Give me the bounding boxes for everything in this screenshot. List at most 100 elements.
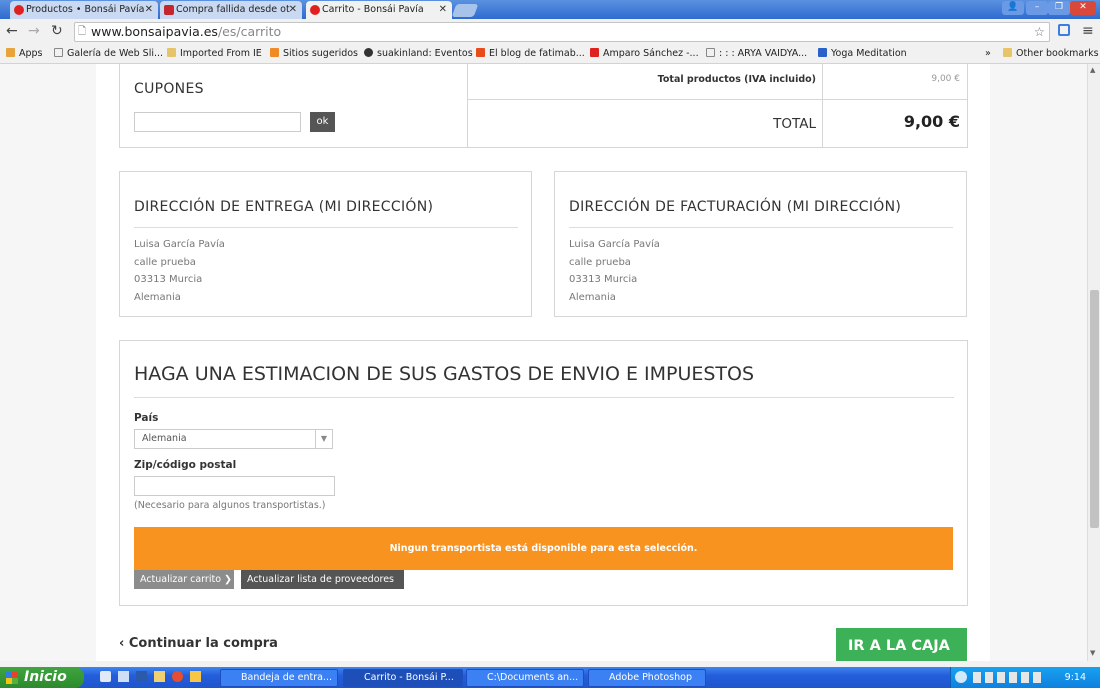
close-window-button[interactable]: ✕ xyxy=(1070,1,1096,15)
close-tab-icon[interactable]: ✕ xyxy=(145,1,153,18)
menu-icon[interactable]: ≡ xyxy=(1082,23,1094,39)
apps-icon xyxy=(6,48,15,57)
bookmark-item[interactable]: El blog de fatimab... xyxy=(476,45,585,63)
billing-address-card: DIRECCIÓN DE FACTURACIÓN (MI DIRECCIÓN) … xyxy=(554,171,967,317)
delivery-address: Luisa García Pavía calle prueba 03313 Mu… xyxy=(134,239,225,303)
task-mail[interactable]: Bandeja de entra... xyxy=(220,669,338,687)
tab-carrito[interactable]: Carrito - Bonsái Pavía ✕ xyxy=(306,1,452,19)
star-icon[interactable]: ☆ xyxy=(1034,23,1045,41)
bookmark-item[interactable]: Sitios sugeridos xyxy=(270,45,358,63)
close-tab-icon[interactable]: ✕ xyxy=(289,1,297,18)
tray-icons[interactable] xyxy=(973,672,1043,683)
tab-bar: Productos • Bonsái Pavía ✕ Compra fallid… xyxy=(0,0,1100,19)
minimize-button[interactable]: – xyxy=(1026,1,1048,15)
task-explorer[interactable]: C:\Documents an... xyxy=(466,669,584,687)
youtube-icon xyxy=(590,48,599,57)
bookmark-item[interactable]: Amparo Sánchez -... xyxy=(590,45,699,63)
page-content: CUPONES ok Total productos (IVA incluido… xyxy=(96,64,990,661)
windows-taskbar: Inicio Bandeja de entra... Carrito - Bon… xyxy=(0,667,1100,688)
start-button[interactable]: Inicio xyxy=(0,667,84,688)
bookmark-apps[interactable]: Apps xyxy=(6,45,43,63)
products-total-value: 9,00 € xyxy=(931,74,960,84)
zip-hint: (Necesario para algunos transportistas.) xyxy=(134,500,326,511)
quick-launch xyxy=(100,671,210,684)
page-scrollbar[interactable]: ▲ ▼ xyxy=(1087,64,1100,661)
task-browser[interactable]: Carrito - Bonsái P... xyxy=(343,669,463,687)
folder-icon xyxy=(1003,48,1012,57)
bookmark-folder[interactable]: Imported From IE xyxy=(167,45,262,63)
reload-icon[interactable]: ↻ xyxy=(51,23,63,39)
bookmark-item[interactable]: Galería de Web Sli... xyxy=(54,45,163,63)
coupon-ok-button[interactable]: ok xyxy=(310,112,335,132)
delivery-address-card: DIRECCIÓN DE ENTREGA (MI DIRECCIÓN) Luis… xyxy=(119,171,532,317)
chevron-down-icon[interactable]: ▼ xyxy=(315,430,332,448)
country-select[interactable]: Alemania ▼ xyxy=(134,429,333,449)
word-icon[interactable] xyxy=(136,671,147,682)
back-icon[interactable]: ← xyxy=(6,23,18,39)
document-icon[interactable] xyxy=(118,671,129,682)
bookmark-item[interactable]: Yoga Meditation xyxy=(818,45,907,63)
shipping-estimate-card: HAGA UNA ESTIMACION DE SUS GASTOS DE ENV… xyxy=(119,340,968,606)
country-label: País xyxy=(134,412,159,424)
site-favicon-icon xyxy=(310,5,320,15)
no-carrier-alert: Ningun transportista está disponible par… xyxy=(134,527,953,570)
browser-toolbar: ← → ↻ 🗋 www.bonsaipavia.es/es/carrito ☆ … xyxy=(0,19,1100,45)
tab-compra-fallida[interactable]: Compra fallida desde ot ✕ xyxy=(160,1,302,19)
forward-icon[interactable]: → xyxy=(28,23,40,39)
folder-icon[interactable] xyxy=(154,671,165,682)
estimate-title: HAGA UNA ESTIMACION DE SUS GASTOS DE ENV… xyxy=(134,363,755,385)
address-bar[interactable]: 🗋 www.bonsaipavia.es/es/carrito ☆ xyxy=(74,22,1050,42)
update-cart-button[interactable]: Actualizar carrito ❯ xyxy=(134,570,234,589)
delivery-title: DIRECCIÓN DE ENTREGA (MI DIRECCIÓN) xyxy=(134,199,434,215)
scroll-up-icon[interactable]: ▲ xyxy=(1090,66,1095,74)
bookmark-icon xyxy=(270,48,279,57)
mountain-icon xyxy=(818,48,827,57)
zip-input[interactable] xyxy=(134,476,335,496)
task-photoshop[interactable]: Adobe Photoshop xyxy=(588,669,706,687)
page-icon xyxy=(54,48,63,57)
coupon-input[interactable] xyxy=(134,112,301,132)
page-icon: 🗋 xyxy=(78,26,87,37)
chevron-left-icon: ‹ xyxy=(119,636,125,651)
tab-productos[interactable]: Productos • Bonsái Pavía ✕ xyxy=(10,1,158,19)
bookmark-item[interactable]: suakinland: Eventos xyxy=(364,45,473,63)
close-tab-icon[interactable]: ✕ xyxy=(439,1,447,18)
bookmarks-bar: Apps Galería de Web Sli... Imported From… xyxy=(0,45,1100,64)
system-tray: 9:14 xyxy=(950,667,1100,688)
billing-address: Luisa García Pavía calle prueba 03313 Mu… xyxy=(569,239,660,303)
new-tab-button[interactable] xyxy=(451,4,479,17)
extension-icon[interactable] xyxy=(1058,24,1070,36)
chrome-icon[interactable] xyxy=(172,671,183,682)
windows-logo-icon xyxy=(6,672,18,684)
mail-icon[interactable] xyxy=(190,671,201,682)
total-value: 9,00 € xyxy=(903,112,960,131)
tray-expand-icon[interactable] xyxy=(955,671,967,683)
restore-button[interactable]: ❐ xyxy=(1048,1,1070,15)
mail-favicon-icon xyxy=(164,5,174,15)
chevron-right-icon: ❯ xyxy=(247,593,255,604)
page-viewport: CUPONES ok Total productos (IVA incluido… xyxy=(0,64,1087,661)
chevron-right-icon: ❯ xyxy=(224,574,233,585)
scroll-down-icon[interactable]: ▼ xyxy=(1090,649,1095,657)
bookmarks-overflow[interactable]: » xyxy=(985,45,991,63)
page-icon xyxy=(706,48,715,57)
billing-title: DIRECCIÓN DE FACTURACIÓN (MI DIRECCIÓN) xyxy=(569,199,902,215)
cart-summary: CUPONES ok Total productos (IVA incluido… xyxy=(119,64,968,148)
user-icon[interactable]: 👤 xyxy=(1002,1,1024,15)
desktop-window: Productos • Bonsái Pavía ✕ Compra fallid… xyxy=(0,0,1100,688)
zip-label: Zip/código postal xyxy=(134,459,237,471)
continue-shopping-link[interactable]: ‹ Continuar la compra xyxy=(119,636,278,651)
checkout-button[interactable]: IR A LA CAJA ❯ xyxy=(836,628,967,661)
blog-icon xyxy=(476,48,485,57)
folder-icon xyxy=(167,48,176,57)
ie-icon[interactable] xyxy=(100,671,111,682)
site-favicon-icon xyxy=(14,5,24,15)
gear-icon xyxy=(364,48,373,57)
clock: 9:14 xyxy=(1064,672,1086,683)
other-bookmarks[interactable]: Other bookmarks xyxy=(1003,45,1099,63)
update-providers-button[interactable]: Actualizar lista de proveedores ❯ xyxy=(241,570,404,604)
bookmark-item[interactable]: : : : ARYA VAIDYA... xyxy=(706,45,807,63)
coupons-title: CUPONES xyxy=(134,81,204,97)
scrollbar-thumb[interactable] xyxy=(1090,290,1099,528)
total-label: TOTAL xyxy=(773,116,816,132)
